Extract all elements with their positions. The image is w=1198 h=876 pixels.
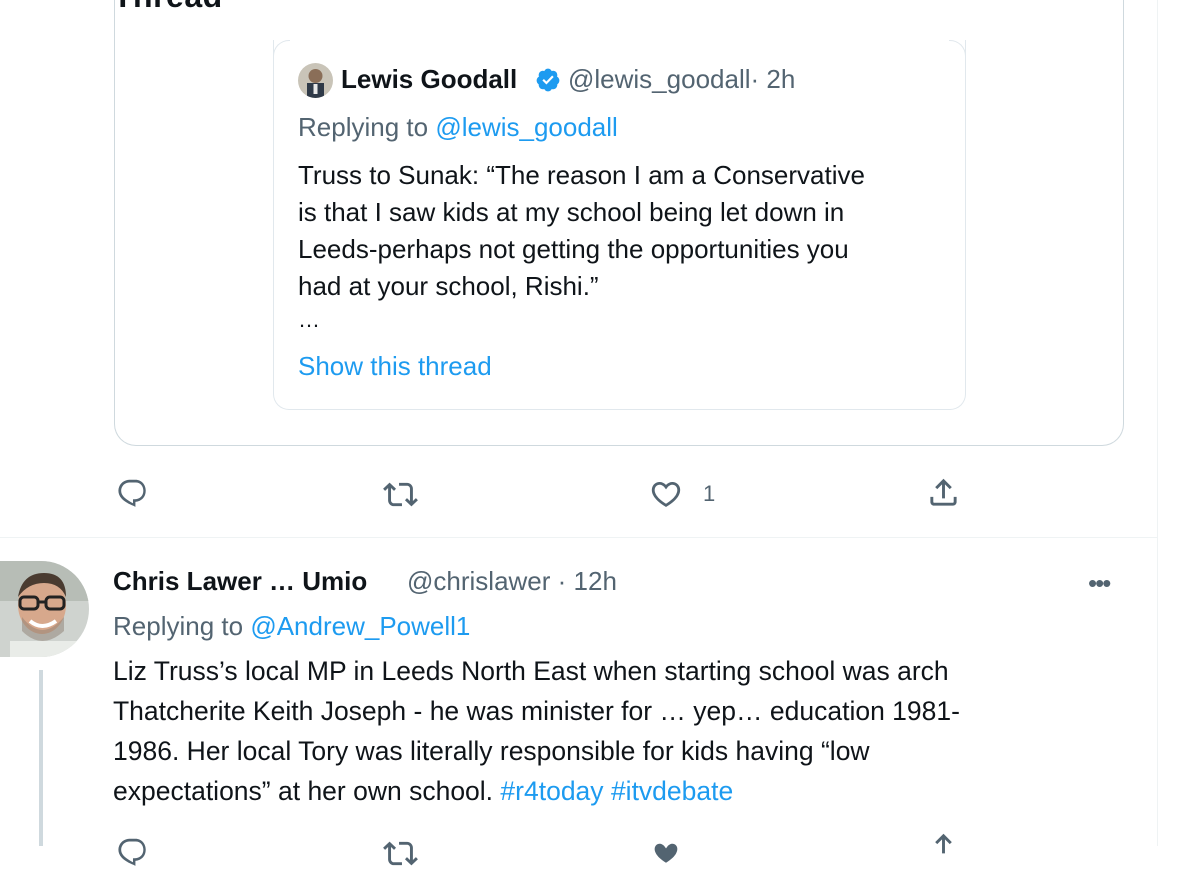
quoted-author-name[interactable]: Lewis Goodall	[341, 64, 517, 95]
retweet-icon	[383, 482, 418, 507]
thread-connector-line	[39, 670, 43, 846]
avatar[interactable]	[0, 561, 89, 657]
tweet-divider	[0, 537, 1157, 538]
reply-tweet-text: Liz Truss’s local MP in Leeds North East…	[113, 656, 960, 806]
heart-icon	[654, 843, 678, 863]
share-button[interactable]	[926, 830, 961, 870]
reply-author-handle[interactable]: @chrislawer · 12h	[407, 566, 617, 597]
replying-to: Replying to @Andrew_Powell1	[113, 611, 471, 641]
column-border	[1157, 0, 1158, 846]
share-icon	[930, 478, 957, 506]
heart-icon	[651, 481, 681, 507]
replying-to: Replying to @lewis_goodall	[298, 112, 618, 142]
quoted-author-handle[interactable]: @lewis_goodall· 2h	[568, 64, 795, 95]
mention-link[interactable]: @lewis_goodall	[435, 112, 618, 142]
avatar[interactable]	[298, 63, 333, 98]
reply-button[interactable]	[116, 836, 149, 874]
like-button[interactable]	[649, 836, 683, 875]
mention-link[interactable]: @Andrew_Powell1	[250, 611, 470, 641]
like-button[interactable]: 1	[649, 477, 715, 511]
verified-badge-icon	[535, 67, 561, 93]
share-button[interactable]	[926, 475, 961, 510]
reply-author-name[interactable]: Chris Lawer … Umio	[113, 566, 367, 597]
share-icon	[935, 833, 952, 854]
quoted-tweet-time: · 2h	[750, 64, 796, 94]
like-count: 1	[703, 481, 716, 506]
hashtag-link[interactable]: #r4today	[500, 776, 603, 806]
reply-icon	[118, 479, 146, 507]
more-options-icon[interactable]: •••	[1088, 568, 1111, 599]
show-thread-link[interactable]: Show this thread	[298, 351, 492, 382]
truncation-ellipsis: …	[298, 307, 320, 332]
retweet-button[interactable]	[383, 477, 418, 512]
quoted-tweet-text: Truss to Sunak: “The reason I am a Conse…	[298, 160, 865, 301]
retweet-button[interactable]	[383, 836, 418, 876]
reply-icon	[118, 838, 146, 866]
retweet-icon	[383, 841, 418, 866]
hashtag-link[interactable]: #itvdebate	[611, 776, 733, 806]
reply-button[interactable]	[116, 477, 149, 510]
